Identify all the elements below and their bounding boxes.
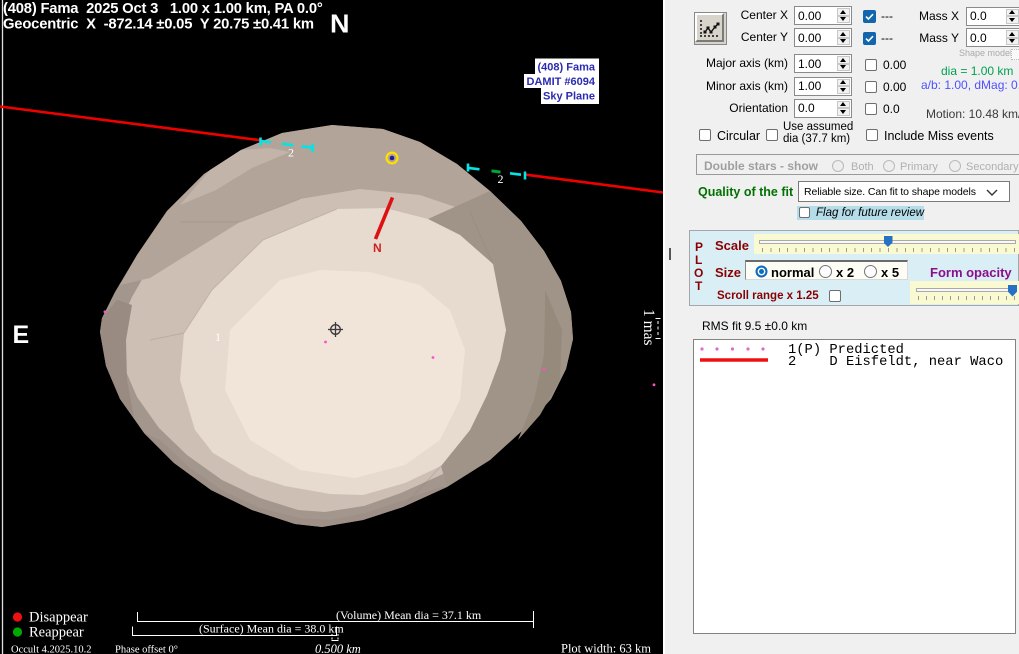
svg-text:1: 1 — [215, 330, 221, 344]
svg-text:Sky Plane: Sky Plane — [543, 91, 595, 103]
svg-text:2: 2 — [288, 146, 294, 160]
svg-text:Reappear: Reappear — [29, 625, 84, 641]
svg-text:(Surface) Mean dia = 38.0 km: (Surface) Mean dia = 38.0 km — [199, 622, 344, 636]
svg-text:E: E — [13, 321, 30, 349]
svg-text:(Volume) Mean dia = 37.1 km: (Volume) Mean dia = 37.1 km — [336, 608, 482, 622]
svg-text:Disappear: Disappear — [29, 610, 88, 626]
svg-text:Geocentric X -872.14 ±0.05: Geocentric X -872.14 ±0.05 Y 20.75 ±0.41… — [3, 17, 314, 33]
svg-text:N: N — [373, 241, 382, 255]
svg-text:DAMIT #6094: DAMIT #6094 — [527, 76, 596, 88]
svg-text:2: 2 — [498, 172, 504, 186]
svg-text:Phase offset 0°: Phase offset 0° — [115, 645, 178, 654]
svg-text:(408) Fama 2025 Oct 3 1.00: (408) Fama 2025 Oct 3 1.00 x 1.00 km, PA… — [3, 1, 323, 17]
svg-text:0.500 km: 0.500 km — [315, 642, 361, 654]
svg-text:(408) Fama: (408) Fama — [538, 62, 596, 74]
svg-text:N: N — [330, 9, 350, 39]
svg-text:Occult 4.2025.10.2: Occult 4.2025.10.2 — [11, 645, 92, 654]
svg-text:Plot width: 63 km: Plot width: 63 km — [561, 642, 651, 654]
svg-text:1 mas: 1 mas — [640, 309, 657, 346]
